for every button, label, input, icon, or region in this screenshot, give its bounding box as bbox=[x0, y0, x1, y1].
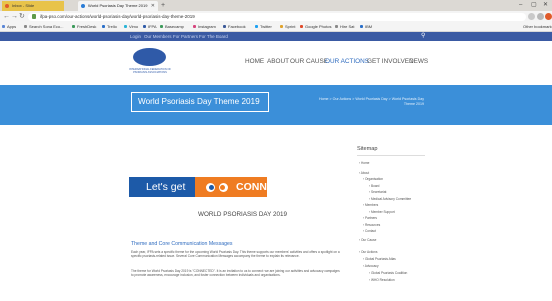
sitemap-title: Sitemap bbox=[357, 146, 378, 152]
browser-toolbar: ← → ↻ ifpa-pso.com/our-actions/world-pso… bbox=[0, 11, 552, 23]
bookmark-apps[interactable]: Apps bbox=[2, 23, 16, 31]
tab-label: Inbox - Slide bbox=[12, 3, 35, 8]
browser-tab-inbox[interactable]: Inbox - Slide bbox=[2, 1, 64, 11]
bookmark-item[interactable]: IBM bbox=[360, 23, 372, 31]
promo-text-connected: CONNECTED bbox=[236, 181, 303, 193]
sitemap-link[interactable]: › Member Support bbox=[369, 210, 395, 214]
top-link-board[interactable]: For The Board bbox=[199, 32, 228, 41]
browser-tab-bar: Inbox - Slide World Psoriasis Day Theme … bbox=[0, 0, 552, 11]
nav-our-cause[interactable]: OUR CAUSE bbox=[290, 58, 328, 66]
bookmark-item[interactable]: Instagram bbox=[193, 23, 216, 31]
top-link-members[interactable]: Our Members bbox=[144, 32, 172, 41]
bookmark-item[interactable]: Facebook bbox=[223, 23, 246, 31]
new-tab-button[interactable]: + bbox=[161, 1, 165, 10]
logo-icon[interactable] bbox=[133, 48, 166, 66]
sitemap-link[interactable]: › Resources bbox=[363, 223, 380, 227]
page-banner bbox=[0, 85, 552, 125]
breadcrumb[interactable]: Home > Our Actions > World Psoriasis Day… bbox=[318, 97, 424, 106]
nav-home[interactable]: HOME bbox=[245, 58, 264, 66]
bookmarks-bar: Apps Search Sona Eco... FreshDesk Trello… bbox=[0, 23, 552, 32]
bookmark-item[interactable]: Basecamp bbox=[160, 23, 184, 31]
bookmark-item[interactable]: Trello bbox=[102, 23, 117, 31]
sitemap-link[interactable]: › About bbox=[359, 171, 369, 175]
url-text[interactable]: ifpa-pso.com/our-actions/world-psoriasis… bbox=[40, 13, 195, 21]
bookmark-item[interactable]: Twitter bbox=[255, 23, 272, 31]
other-bookmarks[interactable]: Other bookmarks bbox=[523, 23, 552, 31]
profile-avatar[interactable] bbox=[545, 13, 552, 20]
sitemap-link[interactable]: › Our Actions bbox=[359, 250, 377, 254]
sitemap-link[interactable]: › Medical Advisory Committee bbox=[369, 197, 411, 201]
bookmark-item[interactable]: Hire Sat bbox=[335, 23, 354, 31]
maximize-icon[interactable]: ▢ bbox=[531, 0, 537, 10]
sitemap-link[interactable]: › Advocacy bbox=[363, 264, 379, 268]
close-window-icon[interactable]: ✕ bbox=[543, 0, 548, 10]
bookmark-item[interactable]: Vimo bbox=[124, 23, 138, 31]
top-link-partners[interactable]: For Partners bbox=[173, 32, 198, 41]
nav-about[interactable]: ABOUT bbox=[267, 58, 289, 66]
extension-icon[interactable] bbox=[537, 13, 544, 20]
section-subtitle: WORLD PSORIASIS DAY 2019 bbox=[198, 211, 288, 218]
sitemap-divider bbox=[357, 155, 425, 156]
sitemap-link[interactable]: › Our Cause bbox=[359, 238, 376, 242]
tab-favicon-icon bbox=[5, 4, 9, 8]
lock-icon bbox=[32, 14, 36, 19]
sitemap-link[interactable]: › Home bbox=[359, 161, 369, 165]
sitemap-link[interactable]: › Members bbox=[363, 203, 378, 207]
star-icon[interactable] bbox=[528, 13, 535, 20]
section-heading: Theme and Core Communication Messages bbox=[131, 241, 233, 247]
back-icon[interactable]: ← bbox=[3, 12, 10, 22]
tab-favicon-icon bbox=[81, 4, 85, 8]
bookmark-item[interactable]: IFPA bbox=[143, 23, 157, 31]
top-link-login[interactable]: Login bbox=[130, 32, 141, 41]
page-title: World Psoriasis Day Theme 2019 bbox=[131, 92, 269, 112]
site-top-bar: Login Our Members For Partners For The B… bbox=[0, 32, 552, 41]
search-icon[interactable]: ⚲ bbox=[421, 33, 425, 40]
reload-icon[interactable]: ↻ bbox=[19, 12, 25, 22]
bookmark-item[interactable]: Sprint bbox=[280, 23, 295, 31]
theme-paragraph: The theme for World Psoriasis Day 2019 i… bbox=[131, 269, 340, 278]
browser-tab-active[interactable]: World Psoriasis Day Theme 2019 ✕ bbox=[78, 1, 158, 11]
promo-text-lets-get: Let's get bbox=[146, 181, 186, 193]
site-header: INTERNATIONAL FEDERATION OF PSORIASIS AS… bbox=[0, 41, 552, 85]
connect-link-icon bbox=[206, 183, 215, 192]
sitemap-link[interactable]: › Global Psoriasis Atlas bbox=[363, 257, 396, 261]
connect-link-icon bbox=[219, 183, 228, 192]
sitemap-link[interactable]: › Global Psoriasis Coalition bbox=[369, 271, 407, 275]
sitemap-link[interactable]: › WHO Resolution bbox=[369, 278, 395, 282]
sitemap-link[interactable]: › Partners bbox=[363, 216, 377, 220]
close-tab-icon[interactable]: ✕ bbox=[151, 1, 155, 11]
sitemap-link[interactable]: › Board bbox=[369, 184, 379, 188]
bookmark-item[interactable]: Search Sona Eco... bbox=[24, 23, 63, 31]
forward-icon[interactable]: → bbox=[11, 12, 18, 22]
nav-get-involved[interactable]: GET INVOLVED bbox=[367, 58, 414, 66]
intro-paragraph: Each year, IFPA sets a specific theme fo… bbox=[131, 250, 340, 259]
minimize-icon[interactable]: – bbox=[519, 0, 522, 10]
sitemap-link[interactable]: › Organisation bbox=[363, 177, 383, 181]
sitemap-link[interactable]: › Contact bbox=[363, 229, 376, 233]
sitemap-link[interactable]: › Secretariat bbox=[369, 190, 386, 194]
address-bar[interactable]: ifpa-pso.com/our-actions/world-psoriasis… bbox=[28, 13, 526, 21]
nav-our-actions[interactable]: OUR ACTIONS bbox=[325, 58, 369, 66]
tab-label: World Psoriasis Day Theme 2019 bbox=[88, 3, 148, 8]
bookmark-item[interactable]: Google Photos bbox=[300, 23, 331, 31]
bookmark-item[interactable]: FreshDesk bbox=[72, 23, 96, 31]
logo-text: INTERNATIONAL FEDERATION OF PSORIASIS AS… bbox=[128, 68, 172, 74]
nav-news[interactable]: NEWS bbox=[409, 58, 428, 66]
